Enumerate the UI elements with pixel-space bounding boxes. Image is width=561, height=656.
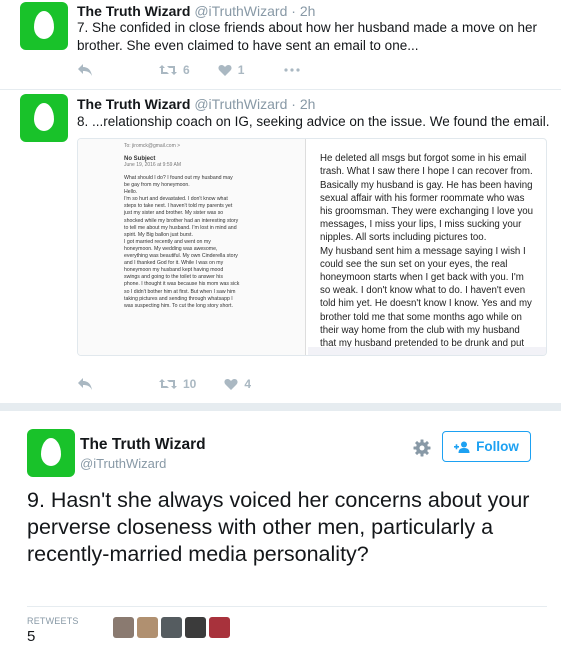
- separator: ·: [291, 3, 296, 19]
- timestamp[interactable]: 2h: [300, 3, 316, 19]
- more-button[interactable]: [284, 68, 300, 72]
- egg-icon: [34, 103, 54, 131]
- retweets-count[interactable]: 5: [27, 628, 35, 645]
- display-name[interactable]: The Truth Wizard: [77, 3, 190, 19]
- reply-icon: [78, 64, 92, 76]
- email-left-page: To: jiromck@gmail.com > No Subject June …: [78, 139, 306, 355]
- mail-toolbar: [308, 347, 546, 355]
- username[interactable]: @iTruthWizard: [194, 96, 287, 112]
- heart-icon: [224, 378, 238, 390]
- email-screenshot-image[interactable]: To: jiromck@gmail.com > No Subject June …: [77, 138, 547, 356]
- timestamp[interactable]: 2h: [300, 96, 316, 112]
- retweeter-avatar[interactable]: [113, 617, 134, 638]
- display-name[interactable]: The Truth Wizard: [77, 96, 190, 112]
- retweeter-avatars: [113, 617, 233, 638]
- egg-icon: [41, 438, 61, 466]
- display-name[interactable]: The Truth Wizard: [80, 436, 206, 454]
- tweet-text: 9. Hasn't she always voiced her concerns…: [27, 488, 530, 566]
- more-icon: [284, 68, 300, 72]
- avatar[interactable]: [20, 2, 68, 50]
- tweet-header: The Truth Wizard @iTruthWizard · 2h: [77, 96, 315, 112]
- tweet-text: 7. She confided in close friends about h…: [77, 20, 538, 53]
- retweeter-avatar[interactable]: [185, 617, 206, 638]
- email-body-right: He deleted all msgs but forgot some in h…: [320, 153, 534, 355]
- retweet-count: 10: [183, 377, 197, 391]
- like-button[interactable]: 4: [224, 377, 251, 391]
- gear-icon[interactable]: [412, 438, 432, 458]
- retweeter-avatar[interactable]: [209, 617, 230, 638]
- email-to: To: jiromck@gmail.com >: [124, 143, 181, 149]
- reply-button[interactable]: [77, 377, 93, 391]
- email-date: June 19, 2016 at 9:59 AM: [124, 162, 181, 168]
- avatar[interactable]: [20, 94, 68, 142]
- retweet-count: 6: [183, 63, 190, 77]
- tweet-actions: 10 4: [77, 374, 291, 394]
- tweet-7: The Truth Wizard @iTruthWizard · 2h 7. S…: [0, 0, 561, 90]
- retweet-button[interactable]: 10: [159, 377, 196, 391]
- divider: [27, 606, 547, 607]
- email-right-page: He deleted all msgs but forgot some in h…: [308, 139, 546, 355]
- tweet-header: The Truth Wizard @iTruthWizard · 2h: [77, 3, 315, 19]
- retweet-icon: [159, 65, 177, 75]
- like-count: 1: [237, 63, 245, 77]
- follow-label: Follow: [476, 439, 519, 454]
- retweet-button[interactable]: 6: [159, 63, 190, 77]
- add-user-icon: [454, 441, 470, 453]
- email-body-left: What should I do? I found out my husband…: [124, 175, 240, 309]
- heart-icon: [218, 64, 232, 76]
- retweets-label: RETWEETS: [27, 616, 79, 626]
- follow-button[interactable]: Follow: [442, 431, 531, 462]
- username[interactable]: @iTruthWizard: [194, 3, 287, 19]
- username[interactable]: @iTruthWizard: [80, 456, 166, 471]
- separator: ·: [291, 96, 296, 112]
- like-count: 4: [244, 377, 252, 391]
- reply-icon: [78, 378, 92, 390]
- tweet-actions: 6 1: [77, 60, 336, 80]
- retweet-icon: [159, 379, 177, 389]
- tweet-text: 8. ...relationship coach on IG, seeking …: [77, 114, 550, 129]
- egg-icon: [34, 11, 54, 39]
- retweeter-avatar[interactable]: [161, 617, 182, 638]
- divider: [0, 403, 561, 411]
- like-button[interactable]: 1: [218, 63, 245, 77]
- avatar[interactable]: [27, 429, 75, 477]
- reply-button[interactable]: [77, 63, 93, 77]
- retweeter-avatar[interactable]: [137, 617, 158, 638]
